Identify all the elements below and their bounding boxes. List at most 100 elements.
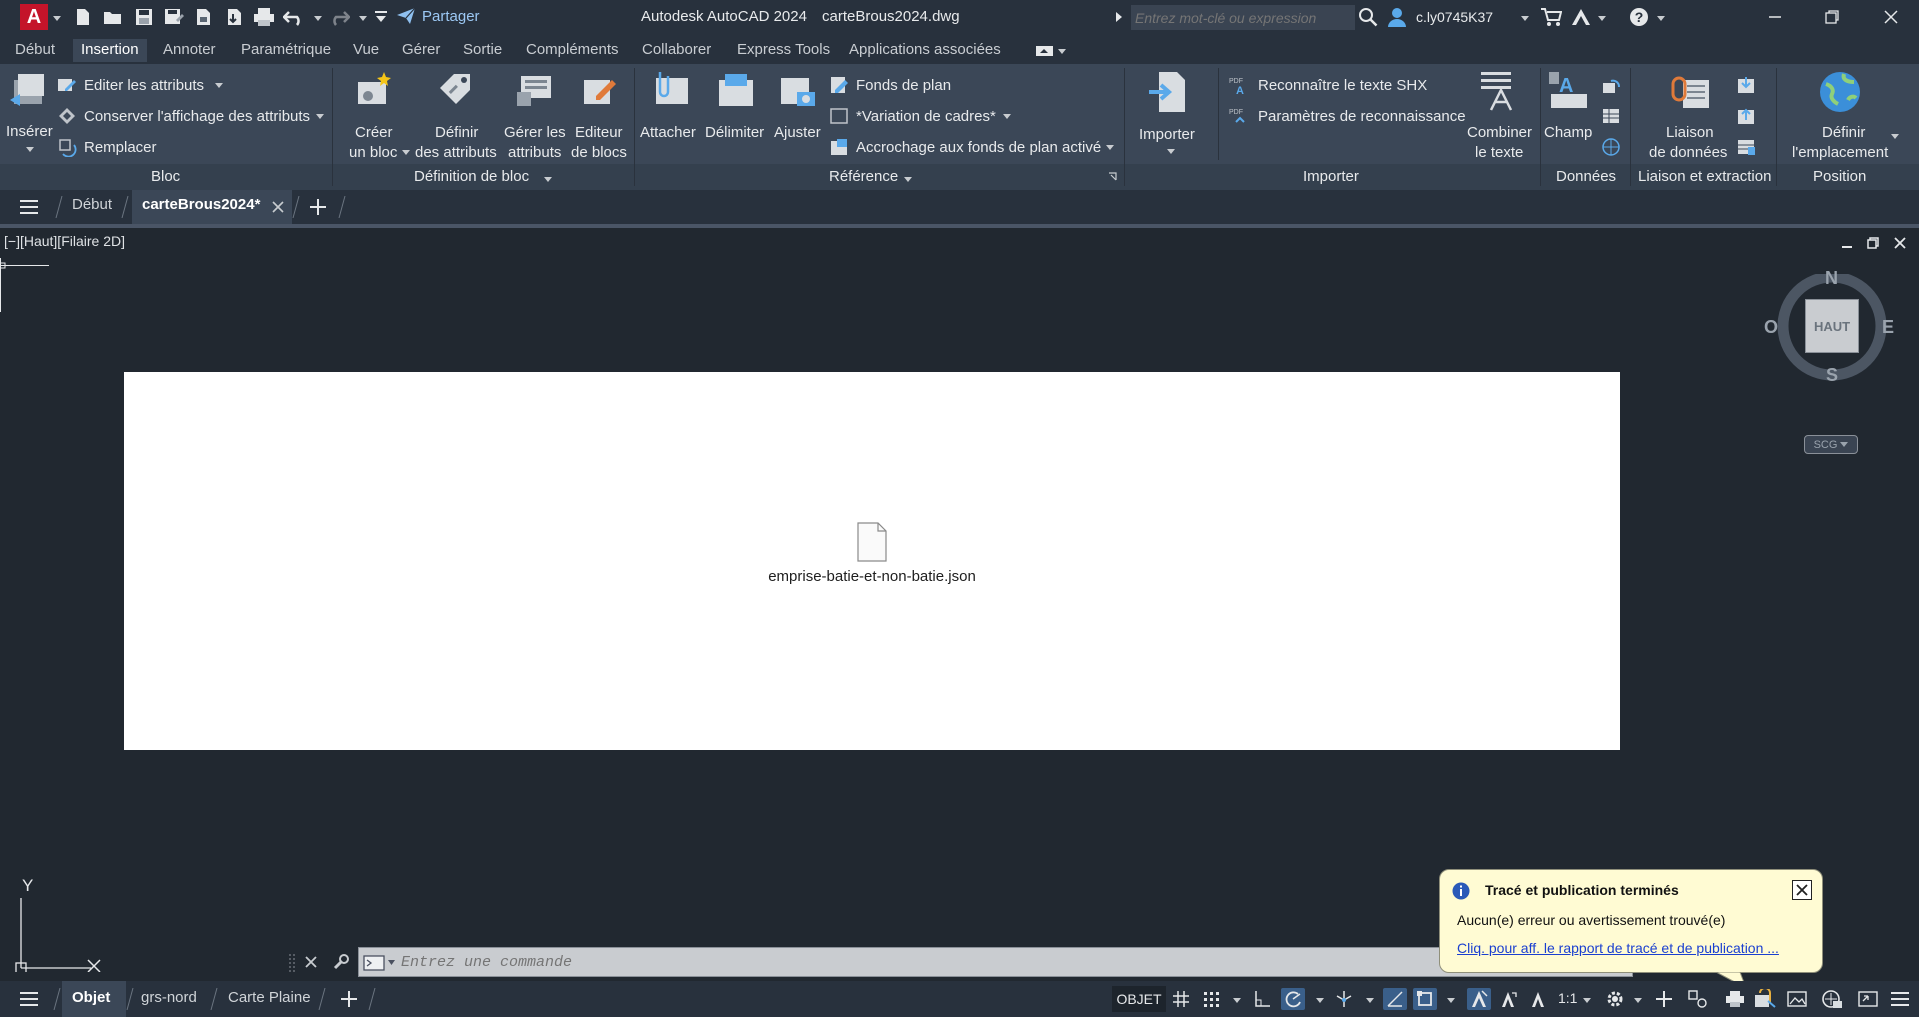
ucs-menu-button[interactable]: SCG bbox=[1804, 435, 1858, 454]
viewcube-face-top[interactable]: HAUT bbox=[1805, 299, 1859, 353]
share-button[interactable]: Partager bbox=[396, 7, 480, 25]
tab-start[interactable]: Début bbox=[72, 196, 112, 213]
recognition-settings-button[interactable]: Paramètres de reconnaissance bbox=[1258, 107, 1466, 126]
annotation-scale-value[interactable]: 1:1 bbox=[1558, 990, 1577, 1006]
download-from-source-icon[interactable] bbox=[1735, 74, 1757, 96]
replace-button[interactable]: Remplacer bbox=[84, 138, 157, 157]
command-customize-wrench-icon[interactable] bbox=[330, 951, 352, 973]
snap-underlay-button[interactable]: Accrochage aux fonds de plan activé bbox=[856, 138, 1101, 157]
model-space-toggle[interactable]: OBJET bbox=[1112, 986, 1166, 1012]
open-web-icon[interactable] bbox=[193, 6, 215, 28]
annotation-scale-icon[interactable] bbox=[1526, 988, 1550, 1010]
combine-text-button[interactable]: Combiner le texte bbox=[1462, 70, 1536, 162]
command-input[interactable] bbox=[401, 951, 1581, 973]
panel-title-donnees[interactable]: Données bbox=[1556, 168, 1616, 185]
keep-attributes-caret[interactable] bbox=[314, 111, 324, 121]
viewport-minimize-icon[interactable] bbox=[1840, 236, 1854, 250]
isometric-caret[interactable] bbox=[1364, 995, 1374, 1005]
search-input[interactable] bbox=[1131, 5, 1355, 30]
compass-north[interactable]: N bbox=[1825, 268, 1838, 289]
layout-tab-grs-nord[interactable]: grs-nord bbox=[141, 989, 197, 1006]
update-fields-icon[interactable] bbox=[1600, 74, 1622, 96]
search-expand-arrow[interactable] bbox=[1116, 12, 1122, 22]
minimize-icon[interactable] bbox=[1764, 6, 1786, 28]
username[interactable]: c.ly0745K37 bbox=[1416, 9, 1493, 25]
isolate-objects-icon[interactable] bbox=[1785, 988, 1809, 1010]
annotation-scale-caret[interactable] bbox=[1581, 995, 1591, 1005]
save-as-icon[interactable] bbox=[163, 6, 185, 28]
hamburger-menu-icon[interactable] bbox=[18, 196, 40, 218]
tab-annoter[interactable]: Annoter bbox=[155, 39, 224, 62]
close-tab-icon[interactable] bbox=[267, 196, 289, 218]
set-location-button[interactable]: Définir l'emplacement bbox=[1788, 70, 1898, 162]
ole-object-icon[interactable] bbox=[1600, 136, 1622, 158]
notification-report-link[interactable]: Cliq. pour aff. le rapport de tracé et d… bbox=[1457, 940, 1779, 956]
manage-attributes-button[interactable]: Gérer les attributs bbox=[502, 70, 568, 162]
tab-sortie[interactable]: Sortie bbox=[455, 39, 510, 62]
viewcube[interactable]: N S E O HAUT bbox=[1762, 268, 1902, 386]
keep-attributes-button[interactable]: Conserver l'affichage des attributs bbox=[84, 107, 310, 126]
help-icon[interactable]: ? bbox=[1628, 6, 1650, 28]
snap-underlay-caret[interactable] bbox=[1104, 142, 1114, 152]
command-line-grip[interactable] bbox=[288, 952, 296, 974]
edit-attributes-button[interactable]: Editer les attributs bbox=[84, 76, 204, 95]
underlay-button[interactable]: Fonds de plan bbox=[856, 76, 951, 95]
define-attributes-button[interactable]: Définir des attributs bbox=[413, 70, 499, 162]
save-icon[interactable] bbox=[133, 6, 155, 28]
reference-caret[interactable] bbox=[902, 174, 912, 184]
app-menu-caret[interactable] bbox=[51, 13, 61, 23]
isometric-drafting-icon[interactable] bbox=[1332, 988, 1356, 1010]
new-file-icon[interactable] bbox=[72, 6, 94, 28]
compass-south[interactable]: S bbox=[1826, 365, 1838, 386]
viewport-restore-icon[interactable] bbox=[1866, 236, 1880, 250]
command-prompt-icon[interactable] bbox=[363, 955, 395, 971]
add-layout-plus-icon[interactable] bbox=[338, 988, 360, 1010]
attachments-status-icon[interactable] bbox=[1753, 988, 1777, 1010]
frames-caret[interactable] bbox=[1001, 111, 1011, 121]
edit-attributes-caret[interactable] bbox=[213, 80, 223, 90]
open-folder-icon[interactable] bbox=[102, 6, 124, 28]
compass-east[interactable]: E bbox=[1882, 317, 1894, 338]
definition-bloc-caret[interactable] bbox=[542, 174, 552, 184]
autodesk-app-store-icon[interactable] bbox=[1570, 6, 1592, 28]
app-store-caret[interactable] bbox=[1596, 13, 1606, 23]
search-box[interactable] bbox=[1131, 5, 1355, 30]
notification-close-button[interactable] bbox=[1792, 880, 1812, 900]
new-tab-plus-icon[interactable] bbox=[307, 196, 329, 218]
restore-icon[interactable] bbox=[1821, 6, 1843, 28]
undo-icon[interactable] bbox=[283, 6, 305, 28]
app-menu-button[interactable]: A bbox=[20, 4, 48, 30]
user-menu-caret[interactable] bbox=[1519, 13, 1529, 23]
panel-title-position[interactable]: Position bbox=[1813, 168, 1866, 185]
panel-title-importer[interactable]: Importer bbox=[1303, 168, 1359, 185]
viewport-controls-label[interactable]: [−][Haut][Filaire 2D] bbox=[4, 233, 125, 249]
clip-button[interactable]: Délimiter bbox=[704, 70, 770, 141]
tab-vue[interactable]: Vue bbox=[345, 39, 387, 62]
data-link-table-icon[interactable] bbox=[1600, 105, 1622, 127]
tab-express-tools[interactable]: Express Tools bbox=[729, 39, 838, 62]
panel-title-definition-bloc[interactable]: Définition de bloc bbox=[414, 168, 529, 185]
cart-icon[interactable] bbox=[1540, 6, 1562, 28]
ribbon-minimize-button[interactable] bbox=[1035, 44, 1067, 58]
grid-icon[interactable] bbox=[1169, 988, 1193, 1010]
close-window-icon[interactable] bbox=[1880, 6, 1902, 28]
save-web-icon[interactable] bbox=[223, 6, 245, 28]
polar-tracking-caret[interactable] bbox=[1314, 995, 1324, 1005]
auto-scale-icon[interactable] bbox=[1496, 988, 1520, 1010]
object-snap-tracking-icon[interactable] bbox=[1383, 988, 1407, 1010]
units-icon[interactable] bbox=[1686, 988, 1710, 1010]
attach-button[interactable]: Attacher bbox=[640, 70, 702, 141]
extract-data-icon[interactable] bbox=[1735, 136, 1757, 158]
customization-menu-icon[interactable] bbox=[1888, 988, 1912, 1010]
tab-insertion[interactable]: Insertion bbox=[73, 39, 147, 62]
set-location-caret[interactable] bbox=[1889, 131, 1899, 141]
panel-title-bloc[interactable]: Bloc bbox=[151, 168, 180, 185]
model-tab[interactable]: Objet bbox=[62, 981, 126, 1017]
user-icon[interactable] bbox=[1386, 6, 1408, 28]
annotation-monitor-plus-icon[interactable] bbox=[1652, 988, 1676, 1010]
field-button[interactable]: A Champ bbox=[1544, 70, 1594, 141]
panel-title-reference[interactable]: Référence bbox=[829, 168, 898, 185]
help-caret[interactable] bbox=[1655, 13, 1665, 23]
ortho-mode-icon[interactable] bbox=[1250, 988, 1274, 1010]
viewport-close-icon[interactable] bbox=[1893, 236, 1907, 250]
